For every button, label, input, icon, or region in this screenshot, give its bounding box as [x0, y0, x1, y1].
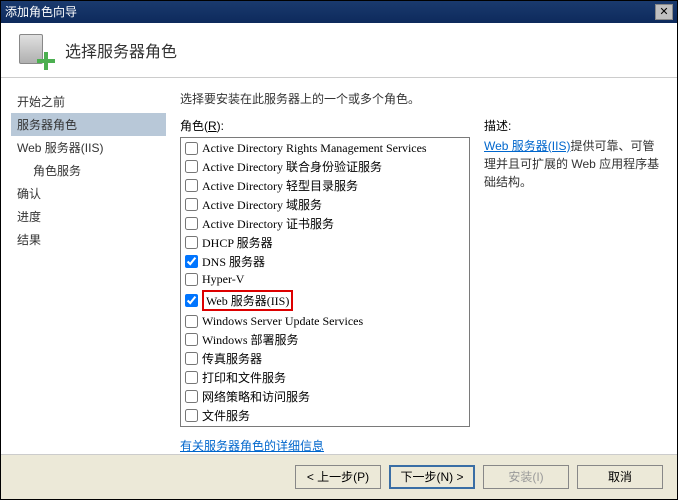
- role-checkbox[interactable]: [185, 142, 198, 155]
- sidebar-item[interactable]: 进度: [17, 205, 166, 228]
- role-label: Web 服务器(IIS): [202, 290, 293, 311]
- role-label: Windows Server Update Services: [202, 314, 363, 329]
- roles-label: 角色(R):: [180, 117, 470, 134]
- role-label: 文件服务: [202, 407, 250, 424]
- role-checkbox[interactable]: [185, 333, 198, 346]
- role-item[interactable]: Active Directory 域服务: [185, 195, 465, 214]
- role-checkbox[interactable]: [185, 390, 198, 403]
- main-panel: 选择要安装在此服务器上的一个或多个角色。 角色(R): Active Direc…: [166, 78, 677, 454]
- role-label: DHCP 服务器: [202, 234, 273, 251]
- description-link[interactable]: Web 服务器(IIS): [484, 139, 570, 153]
- role-label: Windows 部署服务: [202, 331, 299, 348]
- wizard-header: 选择服务器角色: [1, 23, 677, 78]
- window-title: 添加角色向导: [5, 3, 655, 20]
- sidebar-item[interactable]: 确认: [17, 182, 166, 205]
- page-title: 选择服务器角色: [65, 38, 177, 62]
- role-label: 传真服务器: [202, 350, 262, 367]
- sidebar-item[interactable]: 服务器角色: [11, 113, 166, 136]
- role-checkbox[interactable]: [185, 198, 198, 211]
- role-checkbox[interactable]: [185, 273, 198, 286]
- role-item[interactable]: Active Directory 证书服务: [185, 214, 465, 233]
- role-item[interactable]: Hyper-V: [185, 271, 465, 288]
- prev-button[interactable]: < 上一步(P): [295, 465, 381, 489]
- cancel-button[interactable]: 取消: [577, 465, 663, 489]
- role-item[interactable]: Windows Server Update Services: [185, 313, 465, 330]
- sidebar-item[interactable]: Web 服务器(IIS): [17, 136, 166, 159]
- more-info-link[interactable]: 有关服务器角色的详细信息: [180, 437, 470, 454]
- description-text: Web 服务器(IIS)提供可靠、可管理并且可扩展的 Web 应用程序基础结构。: [484, 137, 663, 191]
- role-item[interactable]: 传真服务器: [185, 349, 465, 368]
- role-item[interactable]: Active Directory 轻型目录服务: [185, 176, 465, 195]
- role-label: Active Directory 联合身份验证服务: [202, 158, 382, 175]
- role-item[interactable]: 打印和文件服务: [185, 368, 465, 387]
- role-checkbox[interactable]: [185, 294, 198, 307]
- role-item[interactable]: Web 服务器(IIS): [185, 289, 465, 312]
- sidebar-item[interactable]: 结果: [17, 228, 166, 251]
- wizard-body: 开始之前服务器角色Web 服务器(IIS)角色服务确认进度结果 选择要安装在此服…: [1, 78, 677, 454]
- role-checkbox[interactable]: [185, 236, 198, 249]
- role-checkbox[interactable]: [185, 160, 198, 173]
- sidebar-item[interactable]: 开始之前: [17, 90, 166, 113]
- role-item[interactable]: 应用程序服务器: [185, 425, 465, 427]
- role-item[interactable]: Active Directory Rights Management Servi…: [185, 140, 465, 157]
- next-button[interactable]: 下一步(N) >: [389, 465, 475, 489]
- role-label: DNS 服务器: [202, 253, 265, 270]
- role-label: Hyper-V: [202, 272, 244, 287]
- install-button: 安装(I): [483, 465, 569, 489]
- role-checkbox[interactable]: [185, 371, 198, 384]
- roles-listbox[interactable]: Active Directory Rights Management Servi…: [180, 137, 470, 427]
- role-label: 网络策略和访问服务: [202, 388, 310, 405]
- role-label: Active Directory 轻型目录服务: [202, 177, 358, 194]
- role-label: Active Directory 域服务: [202, 196, 322, 213]
- sidebar-item[interactable]: 角色服务: [17, 159, 166, 182]
- titlebar: 添加角色向导 ✕: [1, 1, 677, 23]
- role-label: 打印和文件服务: [202, 369, 286, 386]
- roles-column: 角色(R): Active Directory Rights Managemen…: [180, 117, 470, 454]
- description-column: 描述: Web 服务器(IIS)提供可靠、可管理并且可扩展的 Web 应用程序基…: [484, 117, 663, 454]
- sidebar: 开始之前服务器角色Web 服务器(IIS)角色服务确认进度结果: [1, 78, 166, 454]
- role-label: Active Directory Rights Management Servi…: [202, 141, 427, 156]
- role-label: 应用程序服务器: [202, 426, 286, 427]
- instruction-text: 选择要安装在此服务器上的一个或多个角色。: [180, 90, 663, 107]
- role-checkbox[interactable]: [185, 352, 198, 365]
- server-plus-icon: [17, 32, 53, 68]
- role-label: Active Directory 证书服务: [202, 215, 334, 232]
- role-item[interactable]: DHCP 服务器: [185, 233, 465, 252]
- close-icon[interactable]: ✕: [655, 4, 673, 20]
- role-item[interactable]: 文件服务: [185, 406, 465, 425]
- description-label: 描述:: [484, 117, 663, 134]
- wizard-footer: < 上一步(P) 下一步(N) > 安装(I) 取消: [1, 454, 677, 499]
- role-checkbox[interactable]: [185, 255, 198, 268]
- role-checkbox[interactable]: [185, 179, 198, 192]
- role-checkbox[interactable]: [185, 315, 198, 328]
- wizard-window: 添加角色向导 ✕ 选择服务器角色 开始之前服务器角色Web 服务器(IIS)角色…: [0, 0, 678, 500]
- role-item[interactable]: Windows 部署服务: [185, 330, 465, 349]
- role-item[interactable]: DNS 服务器: [185, 252, 465, 271]
- role-checkbox[interactable]: [185, 217, 198, 230]
- role-checkbox[interactable]: [185, 409, 198, 422]
- role-item[interactable]: 网络策略和访问服务: [185, 387, 465, 406]
- role-item[interactable]: Active Directory 联合身份验证服务: [185, 157, 465, 176]
